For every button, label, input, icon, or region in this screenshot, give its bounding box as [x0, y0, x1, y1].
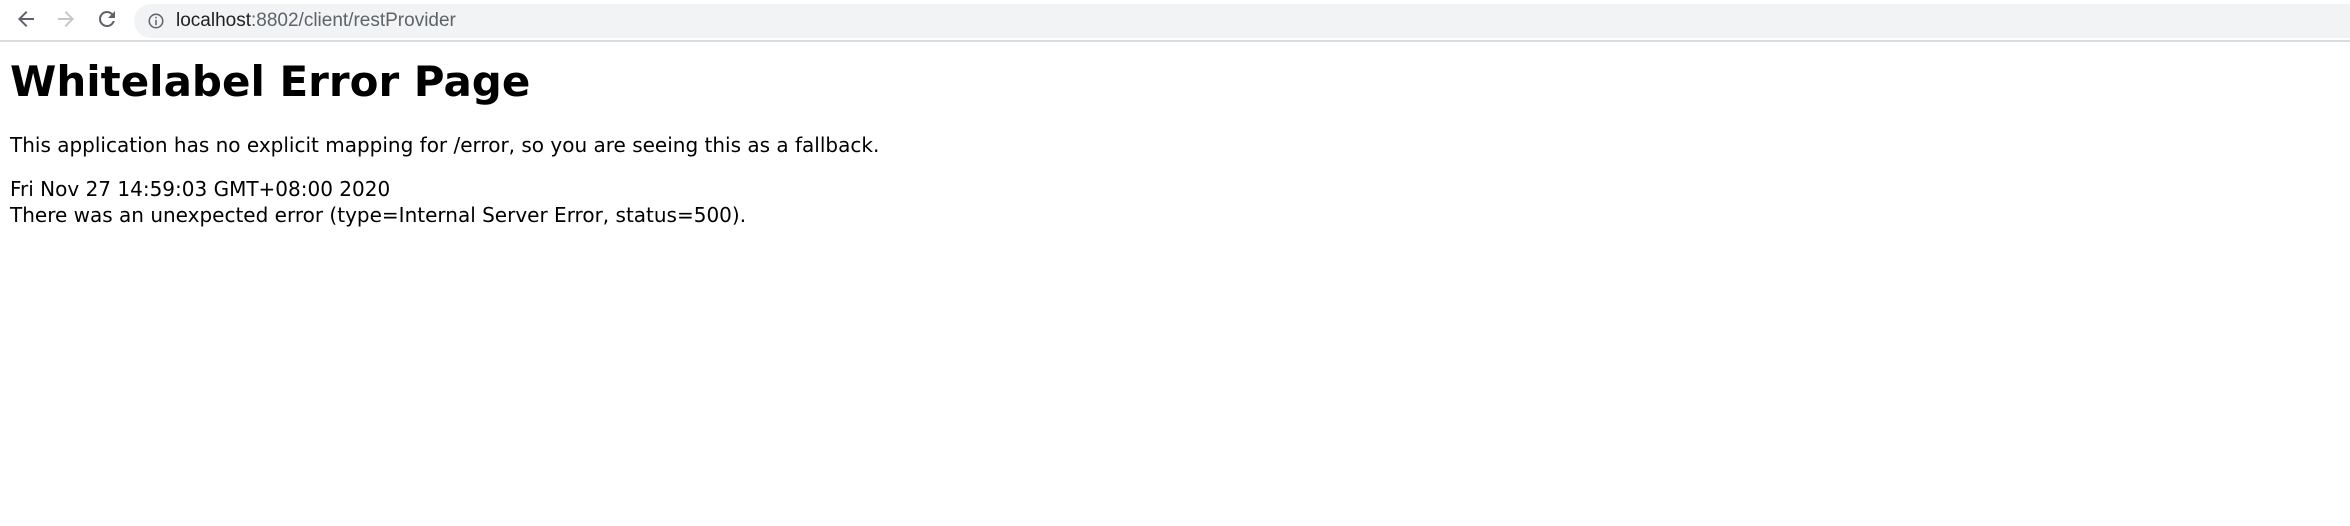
back-button[interactable] — [8, 3, 44, 39]
reload-icon — [95, 7, 119, 35]
error-message: This application has no explicit mapping… — [10, 133, 880, 157]
arrow-left-icon — [14, 7, 38, 35]
error-timestamp: Fri Nov 27 14:59:03 GMT+08:00 2020 — [10, 177, 391, 201]
url-path: :8802/client/restProvider — [251, 10, 456, 31]
arrow-right-icon — [54, 7, 78, 35]
page-content: Whitelabel Error Page This application h… — [10, 42, 2340, 228]
error-description: There was an unexpected error (type=Inte… — [10, 203, 747, 227]
forward-button[interactable] — [48, 3, 84, 39]
error-details: Fri Nov 27 14:59:03 GMT+08:00 2020 There… — [10, 176, 2340, 228]
reload-button[interactable] — [89, 3, 125, 39]
address-bar[interactable]: localhost:8802/client/restProvider — [134, 4, 2350, 38]
page-title: Whitelabel Error Page — [10, 57, 531, 106]
browser-toolbar: localhost:8802/client/restProvider — [0, 0, 2350, 42]
url-text[interactable]: localhost:8802/client/restProvider — [176, 10, 456, 32]
info-icon[interactable] — [146, 11, 166, 31]
url-host: localhost — [176, 10, 251, 31]
